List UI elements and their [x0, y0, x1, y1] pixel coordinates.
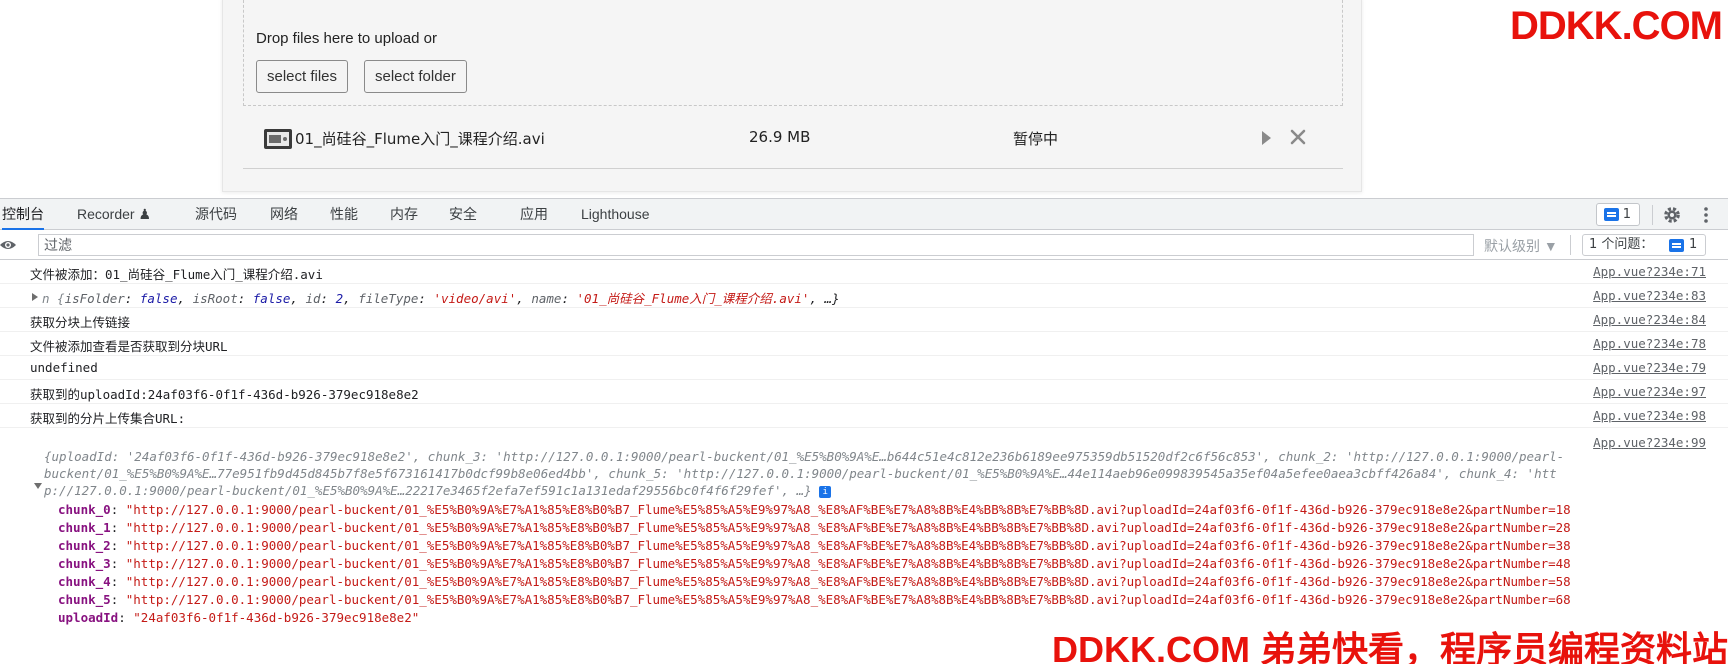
- gear-icon[interactable]: [1662, 205, 1682, 225]
- watermark-bottom: DDKK.COM 弟弟快看，程序员编程资料站: [1052, 629, 1728, 664]
- message-icon: [1669, 239, 1684, 252]
- devtools-panel: 控制台 Recorder ♟ 源代码 网络 性能 内存 安全 应用 Lighth…: [0, 198, 1728, 664]
- console-row: 获取到的uploadId:24af03f6-0f1f-436d-b926-379…: [0, 380, 1728, 404]
- tab-console[interactable]: 控制台: [2, 199, 44, 230]
- source-link[interactable]: App.vue?234e:99: [1593, 435, 1706, 450]
- property-key: chunk_5: [58, 592, 111, 607]
- property-key: chunk_0: [58, 502, 111, 517]
- issues-badge-count: 1: [1622, 207, 1631, 222]
- file-status: 暂停中: [1013, 130, 1059, 148]
- property-key: chunk_2: [58, 538, 111, 553]
- property-key: chunk_3: [58, 556, 111, 571]
- issues-count-button[interactable]: 1 个问题： 1: [1582, 234, 1706, 256]
- console-row: n {isFolder: false, isRoot: false, id: 2…: [0, 284, 1728, 308]
- tab-application[interactable]: 应用: [520, 199, 548, 230]
- resume-icon[interactable]: [1259, 129, 1273, 147]
- expand-arrow-icon[interactable]: [32, 293, 38, 301]
- eye-icon[interactable]: [0, 237, 16, 253]
- upload-page: Drop files here to upload or select file…: [0, 0, 1728, 198]
- tab-lighthouse[interactable]: Lighthouse: [581, 199, 650, 230]
- issues-count-value: 1: [1689, 237, 1698, 252]
- property-row: chunk_2: "http://127.0.0.1:9000/pearl-bu…: [58, 538, 1571, 553]
- console-message: 文件被添加：01_尚硅谷_Flume入门_课程介绍.avi: [30, 267, 323, 282]
- source-link[interactable]: App.vue?234e:98: [1593, 408, 1706, 423]
- tab-security[interactable]: 安全: [449, 199, 477, 230]
- property-row: chunk_3: "http://127.0.0.1:9000/pearl-bu…: [58, 556, 1571, 571]
- property-value: "http://127.0.0.1:9000/pearl-buckent/01_…: [125, 520, 1571, 535]
- source-link[interactable]: App.vue?234e:84: [1593, 312, 1706, 327]
- uploader-panel: Drop files here to upload or select file…: [222, 0, 1362, 192]
- more-options-icon[interactable]: [1700, 205, 1712, 225]
- console-row: 文件被添加：01_尚硅谷_Flume入门_课程介绍.avi App.vue?23…: [0, 260, 1728, 284]
- console-message: 获取到的分片上传集合URL:: [30, 411, 186, 426]
- close-icon[interactable]: [1288, 127, 1308, 147]
- source-link[interactable]: App.vue?234e:83: [1593, 288, 1706, 303]
- info-icon[interactable]: i: [819, 486, 832, 498]
- tab-performance[interactable]: 性能: [330, 199, 358, 230]
- tab-recorder[interactable]: Recorder ♟: [77, 199, 151, 230]
- issues-count-label: 1 个问题：: [1589, 237, 1654, 252]
- select-folder-button[interactable]: select folder: [364, 60, 467, 93]
- select-files-button[interactable]: select files: [256, 60, 349, 93]
- divider: [1652, 205, 1653, 225]
- property-value: "http://127.0.0.1:9000/pearl-buckent/01_…: [125, 556, 1571, 571]
- tab-network[interactable]: 网络: [270, 199, 298, 230]
- console-message: 获取分块上传链接: [30, 315, 131, 330]
- object-preview-line[interactable]: p://127.0.0.1:9000/pearl-buckent/01_%E5%…: [44, 483, 832, 498]
- console-filter-bar: 过滤 默认级别 ▼ 1 个问题： 1: [0, 230, 1728, 260]
- file-name: 01_尚硅谷_Flume入门_课程介绍.avi: [295, 130, 545, 148]
- console-message: 获取到的uploadId:24af03f6-0f1f-436d-b926-379…: [30, 387, 419, 402]
- console-row: 文件被添加查看是否获取到分块URL App.vue?234e:78: [0, 332, 1728, 356]
- object-preview-text: p://127.0.0.1:9000/pearl-buckent/01_%E5%…: [44, 483, 812, 498]
- tab-memory[interactable]: 内存: [390, 199, 418, 230]
- issues-badge-button[interactable]: 1: [1596, 203, 1640, 226]
- property-row: chunk_1: "http://127.0.0.1:9000/pearl-bu…: [58, 520, 1571, 535]
- file-size: 26.9 MB: [749, 128, 811, 146]
- tab-sources[interactable]: 源代码: [195, 199, 237, 230]
- property-key: chunk_1: [58, 520, 111, 535]
- console-message: undefined: [30, 360, 98, 375]
- drop-zone[interactable]: Drop files here to upload or select file…: [243, 0, 1343, 106]
- property-row: uploadId: "24af03f6-0f1f-436d-b926-379ec…: [58, 610, 420, 625]
- console-message: 文件被添加查看是否获取到分块URL: [30, 339, 228, 354]
- property-key: chunk_4: [58, 574, 111, 589]
- log-level-select[interactable]: 默认级别 ▼: [1484, 236, 1558, 256]
- drop-zone-text: Drop files here to upload or: [256, 30, 437, 47]
- collapse-arrow-icon[interactable]: [34, 483, 42, 489]
- console-row: 获取分块上传链接 App.vue?234e:84: [0, 308, 1728, 332]
- source-link[interactable]: App.vue?234e:71: [1593, 264, 1706, 279]
- property-value: "24af03f6-0f1f-436d-b926-379ec918e8e2": [133, 610, 420, 625]
- video-file-icon: [264, 129, 292, 149]
- filter-input[interactable]: 过滤: [38, 234, 1474, 256]
- console-output: 文件被添加：01_尚硅谷_Flume入门_课程介绍.avi App.vue?23…: [0, 260, 1728, 664]
- watermark-top: DDKK.COM: [1510, 4, 1723, 48]
- property-row: chunk_5: "http://127.0.0.1:9000/pearl-bu…: [58, 592, 1571, 607]
- source-link[interactable]: App.vue?234e:78: [1593, 336, 1706, 351]
- object-preview-line[interactable]: {uploadId: '24af03f6-0f1f-436d-b926-379e…: [44, 449, 1564, 464]
- source-link[interactable]: App.vue?234e:79: [1593, 360, 1706, 375]
- object-preview-line[interactable]: buckent/01_%E5%B0%9A%E…77e951fb9d45d845b…: [44, 466, 1557, 481]
- message-icon: [1604, 208, 1619, 221]
- divider: [1570, 235, 1571, 255]
- console-row: 获取到的分片上传集合URL: App.vue?234e:98: [0, 404, 1728, 428]
- console-object-preview[interactable]: n {isFolder: false, isRoot: false, id: 2…: [42, 288, 840, 307]
- property-value: "http://127.0.0.1:9000/pearl-buckent/01_…: [125, 502, 1571, 517]
- file-list-item: 01_尚硅谷_Flume入门_课程介绍.avi 26.9 MB 暂停中: [243, 109, 1343, 169]
- property-key: uploadId: [58, 610, 119, 625]
- property-value: "http://127.0.0.1:9000/pearl-buckent/01_…: [125, 574, 1571, 589]
- console-row: undefined App.vue?234e:79: [0, 356, 1728, 380]
- property-row: chunk_4: "http://127.0.0.1:9000/pearl-bu…: [58, 574, 1571, 589]
- property-value: "http://127.0.0.1:9000/pearl-buckent/01_…: [125, 538, 1571, 553]
- devtools-tab-bar: 控制台 Recorder ♟ 源代码 网络 性能 内存 安全 应用 Lighth…: [0, 198, 1728, 230]
- property-value: "http://127.0.0.1:9000/pearl-buckent/01_…: [125, 592, 1571, 607]
- property-row: chunk_0: "http://127.0.0.1:9000/pearl-bu…: [58, 502, 1571, 517]
- source-link[interactable]: App.vue?234e:97: [1593, 384, 1706, 399]
